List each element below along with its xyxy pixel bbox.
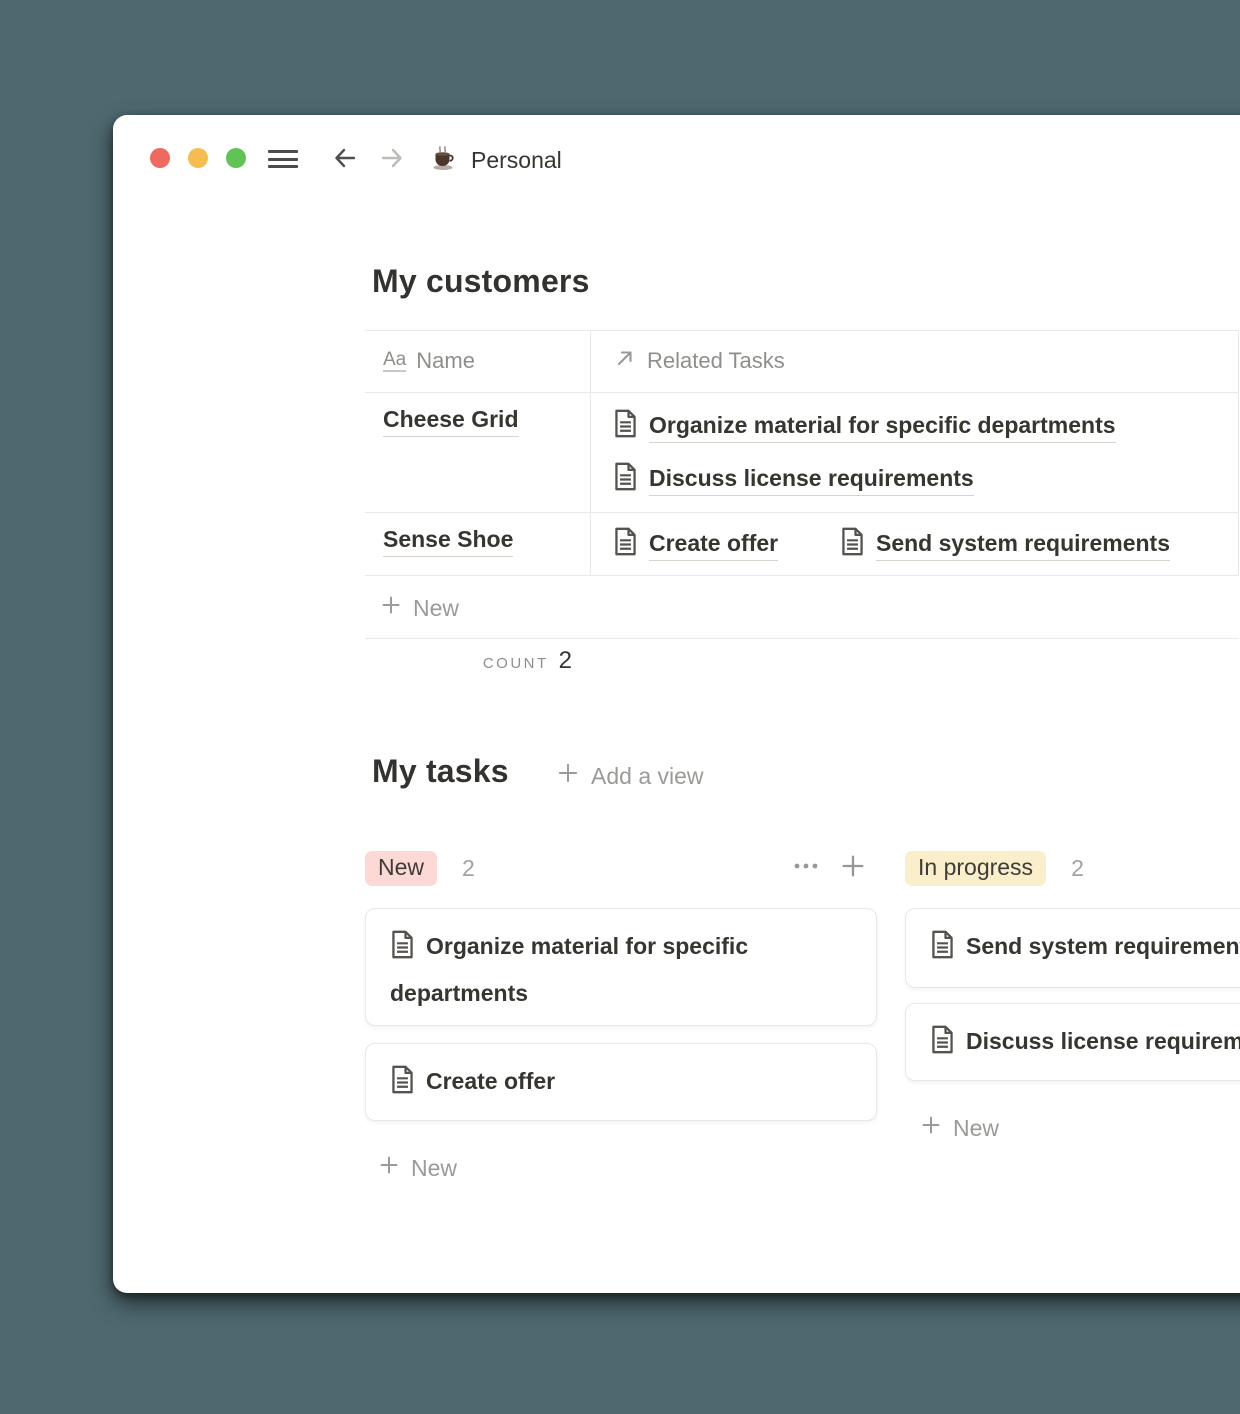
page-doc-icon [390,1073,415,1099]
back-arrow-icon[interactable] [331,144,359,172]
plus-icon [919,1113,943,1143]
column-header-related-tasks-label: Related Tasks [647,348,785,374]
app-window: Personal My customers Aa Name Related Ta… [113,115,1240,1293]
task-card[interactable]: Discuss license requirements [905,1003,1240,1081]
related-task-mention[interactable]: Discuss license requirements [613,462,974,496]
table-count-aggregate[interactable]: COUNT2 [365,647,572,675]
minimize-window-button[interactable] [188,148,208,168]
task-card[interactable]: Send system requirements [905,908,1240,988]
page-doc-icon [613,462,638,496]
column-header-related-tasks[interactable]: Related Tasks [613,330,785,392]
task-card[interactable]: Create offer [365,1043,877,1121]
title-aa-icon: Aa [383,350,406,372]
related-task-mention[interactable]: Organize material for specific departmen… [613,409,1116,443]
task-card[interactable]: Organize material for specific departmen… [365,908,877,1026]
close-window-button[interactable] [150,148,170,168]
page-doc-icon [840,527,865,561]
page-doc-icon [613,527,638,561]
plus-icon [377,1153,401,1183]
page-doc-icon [613,409,638,443]
coffee-cup-icon [429,143,459,178]
board-column-header-new: New 2 [365,849,877,887]
breadcrumb-title: Personal [471,147,562,174]
related-task-mention[interactable]: Create offer [613,527,778,561]
column-add-card-icon[interactable] [839,852,867,885]
forward-arrow-icon[interactable] [378,144,406,172]
task-card-title: Send system requirements [966,933,1240,959]
column-more-options-icon[interactable] [791,854,821,883]
task-card-title: Create offer [426,1068,555,1094]
column-card-count: 2 [462,855,475,882]
status-badge-new[interactable]: New [365,851,437,886]
table-row-cell-name[interactable]: Cheese Grid [383,406,519,437]
relation-arrow-icon [613,346,637,376]
add-view-button[interactable]: Add a view [555,760,704,792]
breadcrumb-workspace[interactable]: Personal [429,143,562,178]
zoom-window-button[interactable] [226,148,246,168]
tasks-db-title: My tasks [372,753,509,790]
page-doc-icon [930,1033,955,1059]
board-add-card-button[interactable]: New [919,1113,999,1143]
related-task-mention[interactable]: Send system requirements [840,527,1170,561]
board-column-header-in-progress: In progress 2 [905,849,1240,887]
column-header-name-label: Name [416,348,475,374]
customers-db-title: My customers [372,263,590,300]
table-add-new-row-button[interactable]: New [379,593,459,623]
task-card-title: Organize material for specific departmen… [390,933,748,1006]
column-card-count: 2 [1071,855,1084,882]
plus-icon [555,760,581,792]
page-doc-icon [930,938,955,964]
status-badge-in-progress[interactable]: In progress [905,851,1046,886]
plus-icon [379,593,403,623]
column-header-name[interactable]: Aa Name [383,330,475,392]
board-add-card-button[interactable]: New [377,1153,457,1183]
customers-table: Aa Name Related Tasks Cheese Grid Organi… [365,330,1239,638]
page-doc-icon [390,938,415,964]
table-row-cell-name[interactable]: Sense Shoe [383,526,513,557]
task-card-title: Discuss license requirements [966,1028,1240,1054]
sidebar-menu-icon[interactable] [268,150,298,168]
